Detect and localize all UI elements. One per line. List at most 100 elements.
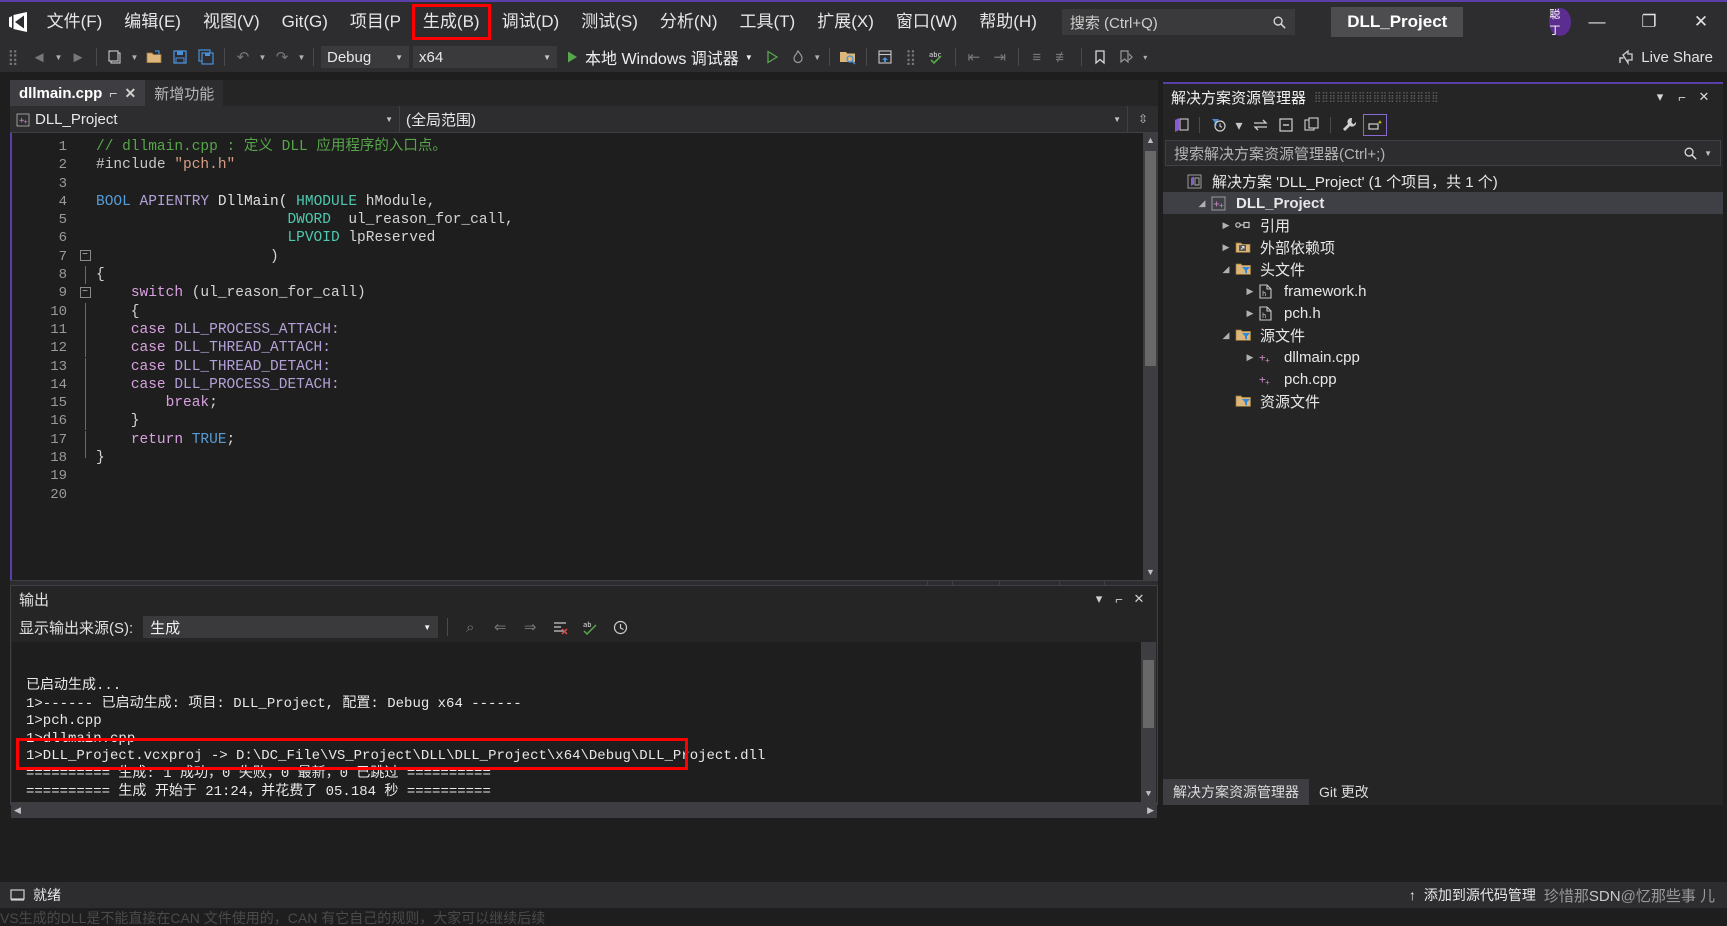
clear-output-icon[interactable]: [547, 613, 573, 641]
code-line[interactable]: return TRUE;: [96, 431, 1143, 449]
properties-wrench-icon[interactable]: [1337, 114, 1361, 136]
solution-explorer-switch-views-icon[interactable]: [1169, 114, 1193, 136]
chevron-down-icon[interactable]: ▼: [745, 53, 753, 62]
navbar-project-combo[interactable]: + + DLL_Project ▼: [10, 106, 400, 133]
close-output-window-icon[interactable]: ✕: [1129, 591, 1149, 607]
menu-extensions[interactable]: 扩展(X): [806, 1, 885, 43]
pin-solution-explorer-icon[interactable]: ⌐: [1671, 90, 1693, 105]
tree-item-node[interactable]: 资源文件: [1163, 390, 1723, 412]
menu-edit[interactable]: 编辑(E): [113, 1, 192, 43]
output-scroll-down-icon[interactable]: ▼: [1141, 787, 1156, 802]
fold-toggle-icon[interactable]: −: [74, 284, 96, 302]
menu-tools[interactable]: 工具(T): [728, 1, 806, 43]
navigate-backward-icon[interactable]: ◄: [26, 43, 52, 71]
pending-changes-filter-icon[interactable]: [1206, 114, 1230, 136]
maximize-button[interactable]: ❐: [1623, 1, 1675, 43]
live-share-button[interactable]: Live Share: [1618, 42, 1713, 72]
tree-item-framework.h[interactable]: ▶ h framework.h: [1163, 280, 1723, 302]
increase-indent-icon[interactable]: ⇥: [987, 43, 1013, 71]
redo-icon[interactable]: ↷: [269, 43, 295, 71]
code-line[interactable]: case DLL_THREAD_DETACH:: [96, 358, 1143, 376]
solution-explorer-tree[interactable]: 解决方案 'DLL_Project' (1 个项目，共 1 个) ◢ + + DLL_P…: [1163, 166, 1723, 412]
next-bookmark-icon[interactable]: [1113, 43, 1139, 71]
start-debugging-button[interactable]: 本地 Windows 调试器 ▼: [559, 45, 759, 69]
output-vertical-scrollbar[interactable]: ▲ ▼: [1141, 642, 1156, 802]
scroll-up-arrow-icon[interactable]: ▲: [1143, 133, 1158, 148]
toolbar-overflow-icon[interactable]: ⣿: [898, 43, 924, 71]
toggle-bookmark-icon[interactable]: [1087, 43, 1113, 71]
collapse-chevron-icon[interactable]: ◢: [1217, 264, 1235, 275]
tree-item-pch.cpp[interactable]: + + pch.cpp: [1163, 368, 1723, 390]
add-to-source-control-label[interactable]: 添加到源代码管理: [1424, 885, 1536, 905]
output-window-menu-icon[interactable]: ▾: [1089, 591, 1109, 607]
code-line[interactable]: #include "pch.h": [96, 156, 1143, 174]
hot-reload-caret-icon[interactable]: ▼: [811, 53, 824, 62]
active-project-chip[interactable]: DLL_Project: [1331, 7, 1464, 37]
code-line[interactable]: ): [96, 248, 1143, 266]
toolbar-drag-handle-icon[interactable]: ⣿: [0, 43, 26, 71]
comment-lines-icon[interactable]: ≡: [1024, 43, 1050, 71]
tree-item-dllproject[interactable]: ◢ + + DLL_Project: [1163, 192, 1723, 214]
output-scroll-left-icon[interactable]: ◀: [14, 805, 21, 816]
show-timestamps-icon[interactable]: [607, 613, 633, 641]
open-file-icon[interactable]: [141, 43, 167, 71]
code-line[interactable]: // dllmain.cpp : 定义 DLL 应用程序的入口点。: [96, 138, 1143, 156]
redo-caret-icon[interactable]: ▼: [295, 53, 308, 62]
new-project-icon[interactable]: [102, 43, 128, 71]
code-line[interactable]: [96, 175, 1143, 193]
code-editor-surface[interactable]: 1 2 3 4 5 6 7 8 9 10 11 12 13 14 15 16 17 18 19 20 − − // dl…: [10, 133, 1158, 580]
expand-chevron-icon[interactable]: ▶: [1217, 220, 1235, 231]
solution-explorer-menu-icon[interactable]: ▾: [1649, 89, 1671, 105]
close-solution-explorer-icon[interactable]: ✕: [1693, 89, 1715, 105]
spell-check-icon[interactable]: abc: [924, 43, 950, 71]
tab-solution-explorer[interactable]: 解决方案资源管理器: [1163, 779, 1309, 805]
code-line[interactable]: [96, 486, 1143, 504]
menu-debug[interactable]: 调试(D): [491, 1, 571, 43]
code-folding-column[interactable]: − −: [74, 133, 96, 580]
split-view-icon[interactable]: ⇳: [1128, 106, 1158, 132]
sync-with-active-document-icon[interactable]: [1248, 114, 1272, 136]
show-all-files-icon[interactable]: [1300, 114, 1324, 136]
expand-chevron-icon[interactable]: ▶: [1241, 352, 1259, 363]
solution-platform-combo[interactable]: x64 ▼: [413, 46, 557, 68]
menu-help[interactable]: 帮助(H): [968, 1, 1048, 43]
uncomment-lines-icon[interactable]: ≢: [1050, 43, 1076, 71]
code-line[interactable]: case DLL_THREAD_ATTACH:: [96, 339, 1143, 357]
decrease-indent-icon[interactable]: ⇤: [961, 43, 987, 71]
solution-explorer-search-input[interactable]: 搜索解决方案资源管理器(Ctrl+;) ▼: [1165, 140, 1721, 166]
code-line[interactable]: {: [96, 303, 1143, 321]
scroll-down-arrow-icon[interactable]: ▼: [1143, 565, 1158, 580]
tree-item-pch.h[interactable]: ▶ h pch.h: [1163, 302, 1723, 324]
menu-window[interactable]: 窗口(W): [885, 1, 968, 43]
filter-caret-icon[interactable]: ▾: [1232, 114, 1246, 136]
save-all-icon[interactable]: [193, 43, 219, 71]
tree-item-node[interactable]: ▶ 外部依赖项: [1163, 236, 1723, 258]
user-avatar[interactable]: 聪丁: [1549, 8, 1571, 37]
start-without-debugging-icon[interactable]: [759, 43, 785, 71]
tree-item-node[interactable]: ◢ 头文件: [1163, 258, 1723, 280]
menu-test[interactable]: 测试(S): [570, 1, 649, 43]
expand-chevron-icon[interactable]: ▶: [1241, 308, 1259, 319]
pin-output-window-icon[interactable]: ⌐: [1109, 592, 1129, 607]
navigate-backward-caret-icon[interactable]: ▼: [52, 53, 65, 62]
code-line[interactable]: case DLL_PROCESS_DETACH:: [96, 376, 1143, 394]
tab-git-changes[interactable]: Git 更改: [1309, 779, 1379, 805]
menu-project[interactable]: 项目(P: [339, 1, 412, 43]
panel-drag-grip-icon[interactable]: ⣿⣿⣿⣿⣿⣿⣿⣿⣿⣿⣿⣿⣿⣿⣿⣿⣿: [1306, 92, 1649, 103]
global-search-input[interactable]: 搜索 (Ctrl+Q): [1061, 9, 1296, 35]
collapse-chevron-icon[interactable]: ◢: [1193, 198, 1211, 209]
editor-scroll-thumb[interactable]: [1145, 151, 1156, 366]
tree-item-dllmain.cpp[interactable]: ▶ + + dllmain.cpp: [1163, 346, 1723, 368]
go-to-next-message-icon[interactable]: ⇒: [517, 613, 543, 641]
fold-toggle-icon[interactable]: −: [74, 248, 96, 266]
menu-analyze[interactable]: 分析(N): [649, 1, 729, 43]
pin-tab-icon[interactable]: ⌐: [109, 85, 117, 101]
toggle-word-wrap-icon[interactable]: ab: [577, 613, 603, 641]
new-project-caret-icon[interactable]: ▼: [128, 53, 141, 62]
expand-chevron-icon[interactable]: ▶: [1217, 242, 1235, 253]
close-button[interactable]: ✕: [1675, 1, 1727, 43]
navbar-scope-combo[interactable]: (全局范围) ▼: [400, 106, 1128, 133]
tab-whats-new[interactable]: 新增功能: [145, 80, 224, 106]
live-preview-icon[interactable]: [872, 43, 898, 71]
tree-item-node[interactable]: ▶ 引用: [1163, 214, 1723, 236]
